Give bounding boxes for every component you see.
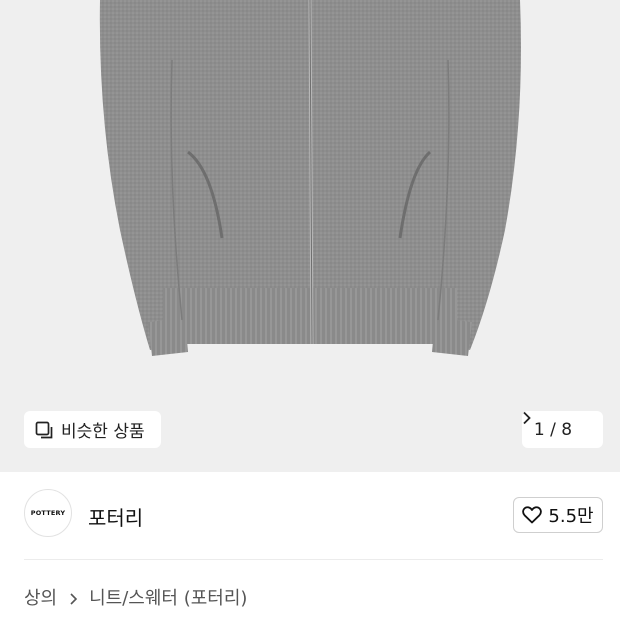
product-image-carousel[interactable]: 비슷한 상품 1 / 8 <box>0 0 620 472</box>
image-pager-count: 1 / 8 <box>533 419 573 440</box>
store-logo-text: POTTERY <box>30 509 66 517</box>
image-pager-button[interactable]: 1 / 8 <box>522 411 603 448</box>
like-button[interactable]: 5.5만 <box>513 497 603 533</box>
breadcrumb: 상의 니트/스웨터 (포터리) <box>24 584 247 610</box>
breadcrumb-item-knit[interactable]: 니트/스웨터 (포터리) <box>89 584 247 610</box>
store-info-row: POTTERY 포터리 5.5만 <box>0 472 620 560</box>
like-count: 5.5만 <box>548 506 594 527</box>
breadcrumb-item-top[interactable]: 상의 <box>24 584 57 610</box>
product-photo-gray-zip-sweater <box>99 0 521 356</box>
store-logo[interactable]: POTTERY <box>24 489 72 537</box>
similar-products-label: 비슷한 상품 <box>61 422 145 442</box>
chevron-right-icon <box>69 590 79 605</box>
store-name-link[interactable]: 포터리 <box>88 502 143 531</box>
heart-icon <box>522 506 543 524</box>
copy-icon <box>35 421 53 439</box>
similar-products-button[interactable]: 비슷한 상품 <box>24 411 161 448</box>
section-divider <box>24 559 603 560</box>
chevron-right-icon <box>523 411 591 437</box>
